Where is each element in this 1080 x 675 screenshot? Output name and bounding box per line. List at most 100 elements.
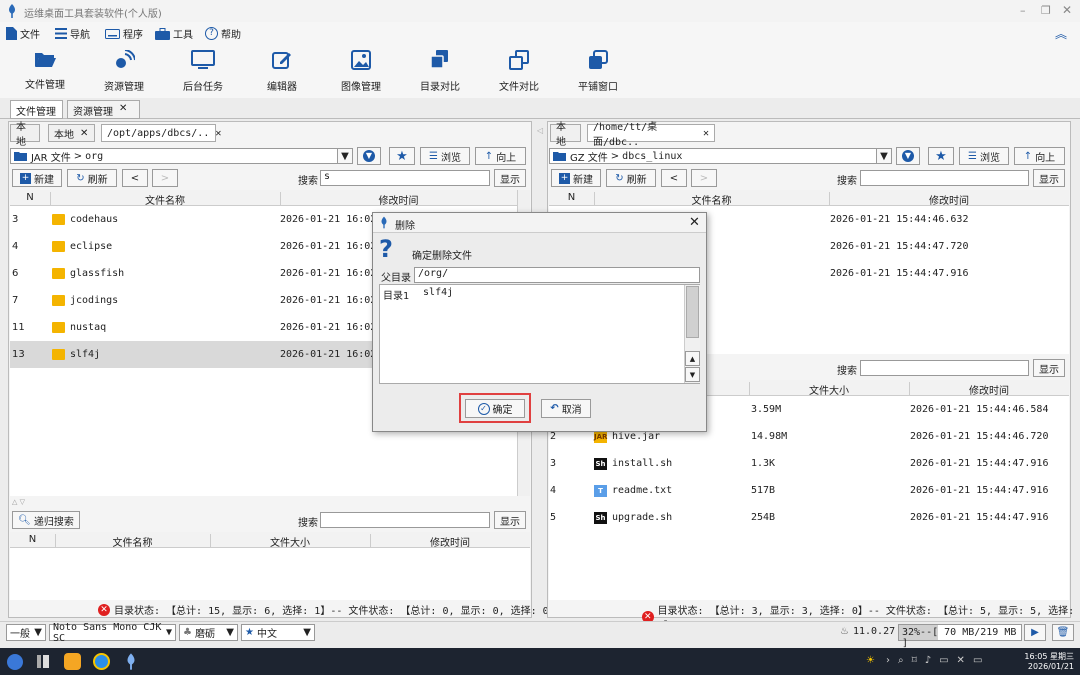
right-path-combo[interactable]: GZ 文件 > dbcs_linux (549, 148, 892, 164)
gc-run-button[interactable]: ▶ (1024, 624, 1046, 641)
dialog-close-icon[interactable]: ✕ (689, 215, 700, 230)
menu-bar: 文件 导航 程序 工具 ? 帮助 ︽ (0, 22, 1080, 44)
left-download-button[interactable]: ▼ (357, 147, 381, 165)
left-up-button[interactable]: ↑ 向上 (475, 147, 526, 165)
right-bookmark-button[interactable]: ★ (928, 147, 954, 165)
chevron-right-icon: > (610, 150, 620, 162)
menu-file[interactable]: 文件 (6, 26, 40, 41)
toolbar-background-tasks-button[interactable]: 后台任务 (173, 50, 233, 93)
button-label: 浏览 (979, 152, 1000, 164)
minimize-button[interactable]: – (1020, 4, 1026, 17)
right-download-button[interactable]: ▼ (896, 147, 920, 165)
close-tab-icon[interactable]: ✕ (80, 128, 88, 139)
sun-icon[interactable]: ☀ (866, 655, 875, 666)
mode-select[interactable]: 一般 ▼ (6, 624, 46, 641)
font-select[interactable]: Noto Sans Mono CJK SC ▼ (49, 622, 176, 644)
scroll-up-icon[interactable]: ▲ (685, 351, 700, 366)
left-tab-path[interactable]: /opt/apps/dbcs/.. ✕ (101, 124, 221, 142)
button-label: 刷新 (626, 174, 647, 186)
left-show2-button[interactable]: 显示 (494, 511, 526, 529)
toolbar-dir-compare-button[interactable]: 目录对比 (410, 50, 470, 93)
maximize-button[interactable]: ❐ (1041, 4, 1051, 17)
right-forward-button[interactable]: > (691, 169, 717, 187)
right-show-button[interactable]: 显示 (1033, 169, 1065, 187)
menu-navigation[interactable]: 导航 (55, 26, 90, 41)
tab-label: /home/tt/桌面/dbc.. (593, 122, 658, 148)
trash-button[interactable]: 🗑︎ (1052, 624, 1074, 641)
toolbar-label: 目录对比 (420, 82, 460, 93)
toolbar-tile-windows-button[interactable]: 平铺窗口 (568, 50, 628, 93)
splitter-handle-icon[interactable]: ◁ (537, 126, 543, 135)
left-tab-local-2[interactable]: 本地 ✕ (48, 124, 95, 142)
right-new-button[interactable]: + 新建 (551, 169, 601, 187)
download-icon: ▼ (902, 150, 914, 162)
left-search-input[interactable]: s (320, 170, 490, 186)
toolbar-image-manager-button[interactable]: 图像管理 (331, 50, 391, 93)
right-tab-local[interactable]: 本地 (550, 122, 581, 148)
left-browse-button[interactable]: ☰ 浏览 (420, 147, 470, 165)
tray-icons[interactable]: ›⌕⌑♪▭✕▭ (886, 655, 990, 666)
right-search-label: 搜索 (837, 176, 857, 187)
right-search-input[interactable] (860, 170, 1029, 186)
col-time: 修改时间 (430, 538, 470, 549)
tab-resource-manager[interactable]: 资源管理 ✕ (67, 100, 140, 119)
left-back-button[interactable]: < (122, 169, 148, 187)
table-row[interactable]: 4 Treadme.txt 517B 2026-01-21 15:44:47.916 (549, 477, 1069, 504)
right-up-button[interactable]: ↑ 向上 (1014, 147, 1065, 165)
toolbar-file-compare-button[interactable]: 文件对比 (489, 50, 549, 93)
tab-file-manager[interactable]: 文件管理 (10, 100, 63, 119)
toolbar-file-manager-button[interactable]: 文件管理 (15, 50, 75, 91)
language-select[interactable]: ★ 中文 ▼ (241, 624, 315, 641)
app-logo-icon[interactable] (124, 653, 138, 670)
close-tab-icon[interactable]: ✕ (215, 128, 221, 139)
window-switcher-icon[interactable] (37, 655, 51, 668)
close-tab-icon[interactable]: ✕ (119, 103, 127, 116)
close-tab-icon[interactable]: ✕ (703, 128, 709, 139)
right-browse-button[interactable]: ☰ 浏览 (959, 147, 1009, 165)
collapse-toolbar-icon[interactable]: ︽ (1055, 25, 1067, 42)
scroll-thumb[interactable] (686, 286, 699, 338)
clock[interactable]: 16:05 星期三 2026/01/21 (1016, 651, 1074, 671)
right-refresh-button[interactable]: ↻ 刷新 (606, 169, 656, 187)
left-path-combo[interactable]: JAR 文件 > org (10, 148, 353, 164)
table-row[interactable]: 3 Sh install.sh 1.3K 2026-01-21 15:44:47.916 (549, 450, 1069, 477)
window-title: 运维桌面工具套装软件(个人版) (24, 9, 162, 20)
left-new-button[interactable]: + 新建 (12, 169, 62, 187)
menu-tools[interactable]: 工具 (155, 26, 193, 41)
browser-icon[interactable] (93, 653, 110, 670)
start-menu-icon[interactable] (7, 654, 23, 670)
right-path-dropdown-button[interactable]: ▼ (876, 148, 892, 164)
button-label: 新建 (573, 174, 593, 186)
left-tab-local[interactable]: 本地 (10, 122, 40, 148)
left-forward-button[interactable]: > (152, 169, 178, 187)
splitter-arrows-icon[interactable]: △ ▽ (12, 498, 25, 506)
left-show-button[interactable]: 显示 (494, 169, 526, 187)
select-value: 磨砺 (194, 629, 215, 640)
left-bottom-table-header: N 文件名称 文件大小 修改时间 (10, 532, 530, 550)
toolbar-resource-manager-button[interactable]: 资源管理 (94, 50, 154, 93)
left-refresh-button[interactable]: ↻ 刷新 (67, 169, 117, 187)
menu-program[interactable]: 程序 (105, 26, 143, 41)
chevron-down-icon: ▼ (34, 627, 42, 638)
toolbar-editor-button[interactable]: 编辑器 (252, 50, 312, 93)
scroll-down-icon[interactable]: ▼ (685, 367, 700, 382)
theme-select[interactable]: ♣ 磨砺 ▼ (179, 624, 238, 641)
recursive-search-button[interactable]: 🔍︎ 递归搜索 (12, 511, 80, 529)
file-name: hive.jar (612, 431, 661, 442)
confirm-button[interactable]: ✓ 确定 (465, 399, 525, 418)
left-search2-input[interactable] (320, 512, 490, 528)
folder-icon (52, 322, 65, 333)
menu-help[interactable]: ? 帮助 (205, 26, 241, 41)
left-path-dropdown-button[interactable]: ▼ (337, 148, 353, 164)
app-store-icon[interactable] (64, 653, 81, 670)
toolbar-label: 平铺窗口 (578, 82, 618, 93)
left-bookmark-button[interactable]: ★ (389, 147, 415, 165)
right-back-button[interactable]: < (661, 169, 687, 187)
right-show2-button[interactable]: 显示 (1033, 359, 1065, 377)
right-search2-input[interactable] (860, 360, 1029, 376)
dialog-scrollbar[interactable]: ▲ ▼ (684, 285, 700, 383)
close-window-button[interactable]: ✕ (1062, 3, 1072, 17)
cancel-button[interactable]: ↶ 取消 (541, 399, 591, 418)
right-tab-path[interactable]: /home/tt/桌面/dbc.. ✕ (587, 122, 715, 148)
table-row[interactable]: 5 Sh upgrade.sh 254B 2026-01-21 15:44:47.916 (549, 504, 1069, 531)
